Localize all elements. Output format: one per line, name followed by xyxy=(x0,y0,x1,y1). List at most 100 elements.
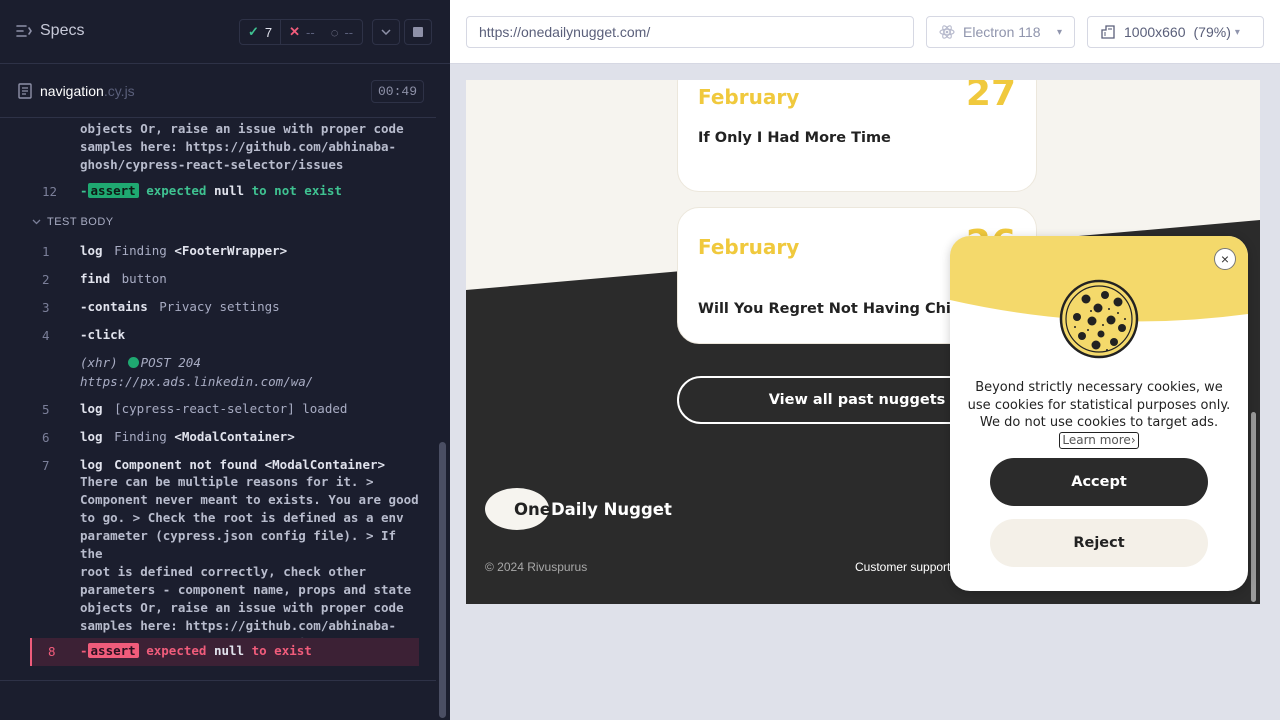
aut-panel: https://onedailynugget.com/ Electron 118… xyxy=(450,0,1280,720)
passed-count: ✓ 7 xyxy=(240,20,282,44)
command-number: 12 xyxy=(42,184,58,199)
passed-value: 7 xyxy=(264,24,273,40)
chevron-down-icon xyxy=(381,29,391,35)
url-input[interactable]: https://onedailynugget.com/ xyxy=(466,16,914,48)
command-arg: Privacy settings xyxy=(159,299,280,314)
xhr-url: https://px.ads.linkedin.com/wa/ xyxy=(80,374,314,389)
command-number: 3 xyxy=(42,300,50,315)
assert-word: expected xyxy=(146,643,207,658)
viewport-select[interactable]: 1000x660 (79%) ▾ xyxy=(1087,16,1264,48)
xhr-entry[interactable]: (xhr) POST 204 https://px.ads.linkedin.co… xyxy=(80,353,313,391)
pending-count: ◌ -- xyxy=(323,20,361,44)
assert-word: to not exist xyxy=(251,183,342,198)
card-day: 27 xyxy=(965,80,1016,114)
card-month: February xyxy=(698,85,800,109)
assert-value: null xyxy=(213,183,245,198)
logo-word-one: One xyxy=(514,499,551,519)
card-headline: If Only I Had More Time xyxy=(698,130,891,146)
status-dot-icon xyxy=(127,357,139,368)
spinner-icon: ◌ xyxy=(330,24,339,40)
close-button[interactable]: × xyxy=(1214,248,1236,270)
browser-name: Electron 118 xyxy=(963,24,1041,40)
stop-button[interactable] xyxy=(404,19,432,45)
accept-button[interactable]: Accept xyxy=(990,458,1208,506)
cookie-icon xyxy=(1059,279,1139,359)
spec-header: navigation.cy.js 00:49 xyxy=(0,64,436,118)
specs-toggle[interactable]: Specs xyxy=(16,22,84,40)
assert-word: to exist xyxy=(251,643,312,658)
expand-collapse-button[interactable] xyxy=(372,19,400,45)
assert-word: expected xyxy=(146,183,207,198)
cookie-message: Beyond strictly necessary cookies, we us… xyxy=(966,379,1232,449)
command-name: -contains xyxy=(80,299,148,314)
check-icon: ✓ xyxy=(248,24,259,39)
divider xyxy=(0,680,436,681)
command-prefix: - xyxy=(80,183,88,198)
command-row[interactable]: log Finding <FooterWrapper> xyxy=(80,243,287,258)
xhr-label: (xhr) xyxy=(80,355,118,370)
copyright: © 2024 Rivuspurus xyxy=(485,560,588,574)
command-number: 7 xyxy=(42,458,50,473)
stop-icon xyxy=(413,27,423,37)
browser-select[interactable]: Electron 118 ▾ xyxy=(926,16,1075,48)
failed-value: -- xyxy=(306,24,315,40)
stats-group: ✓ 7 ✕ -- ◌ -- xyxy=(239,19,363,45)
command-log-scrollbar[interactable] xyxy=(439,442,446,718)
failed-assert-row[interactable]: 8 - assert expected null to exist xyxy=(30,638,419,666)
command-row[interactable]: log [cypress-react-selector] loaded xyxy=(80,401,347,416)
ruler-icon xyxy=(1101,25,1115,39)
prev-assert-command[interactable]: - assert expected null to not exist xyxy=(80,183,342,198)
specs-list-icon xyxy=(16,25,32,37)
pending-value: -- xyxy=(344,24,354,40)
spec-timer: 00:49 xyxy=(371,80,425,103)
assert-value: null xyxy=(213,643,245,658)
cookie-consent-modal: × Beyond strictly necessary cookies, we … xyxy=(950,236,1248,591)
command-number: 6 xyxy=(42,430,50,445)
x-icon: ✕ xyxy=(289,24,301,39)
viewport-scale: (79%) xyxy=(1193,24,1231,40)
xhr-method: POST 204 xyxy=(140,355,201,370)
command-name: log xyxy=(80,401,103,416)
command-arg: button xyxy=(121,271,167,286)
command-number: 1 xyxy=(42,244,50,259)
command-name: log xyxy=(80,243,103,258)
runner-topbar: Specs ✓ 7 ✕ -- ◌ -- xyxy=(0,0,450,64)
prev-error-tail: objects Or, raise an issue with proper c… xyxy=(80,121,404,172)
assert-tag: assert xyxy=(87,643,139,658)
command-prefix: - xyxy=(80,643,88,658)
command-row[interactable]: -contains Privacy settings xyxy=(80,299,280,314)
viewport-size: 1000x660 xyxy=(1124,24,1186,40)
command-row[interactable]: find button xyxy=(80,271,167,286)
command-number: 2 xyxy=(42,272,50,287)
command-name: -click xyxy=(80,327,126,342)
spec-file[interactable]: navigation.cy.js xyxy=(18,83,135,99)
customer-support-link[interactable]: Customer support xyxy=(855,560,950,574)
spec-ext: .cy.js xyxy=(103,83,135,99)
chevron-down-icon: ▾ xyxy=(1234,26,1240,38)
aut-scrollbar[interactable] xyxy=(1251,412,1256,602)
assert-tag: assert xyxy=(87,183,139,198)
failed-count: ✕ -- xyxy=(281,20,323,44)
specs-title: Specs xyxy=(40,22,85,39)
nugget-card[interactable]: February 27 If Only I Had More Time xyxy=(677,80,1037,192)
card-month: February xyxy=(698,235,800,259)
learn-more-link[interactable]: Learn more› xyxy=(1059,431,1139,449)
command-row[interactable]: -click xyxy=(80,327,125,342)
command-name: log xyxy=(80,457,103,472)
reject-button[interactable]: Reject xyxy=(990,519,1208,567)
command-number: 5 xyxy=(42,402,50,417)
command-name: log xyxy=(80,429,103,444)
command-arg: [cypress-react-selector] loaded xyxy=(114,401,348,416)
command-row[interactable]: log Finding <ModalContainer> xyxy=(80,429,295,444)
command-log: objects Or, raise an issue with proper c… xyxy=(0,118,436,680)
test-body-toggle[interactable]: TEST BODY xyxy=(32,216,114,228)
cookie-text: Beyond strictly necessary cookies, we us… xyxy=(967,380,1231,430)
command-arg-strong: <ModalContainer> xyxy=(174,429,295,444)
chevron-down-icon xyxy=(32,219,41,225)
command-row[interactable]: log Component not found <ModalContainer> xyxy=(80,457,385,472)
electron-icon xyxy=(939,25,955,39)
site-logo[interactable]: One Daily Nugget xyxy=(485,488,672,530)
cypress-runner-panel: Specs ✓ 7 ✕ -- ◌ -- navigation.cy.js 00:… xyxy=(0,0,450,720)
section-title: TEST BODY xyxy=(47,216,114,228)
command-arg-strong: Component not found <ModalContainer> xyxy=(114,457,386,472)
